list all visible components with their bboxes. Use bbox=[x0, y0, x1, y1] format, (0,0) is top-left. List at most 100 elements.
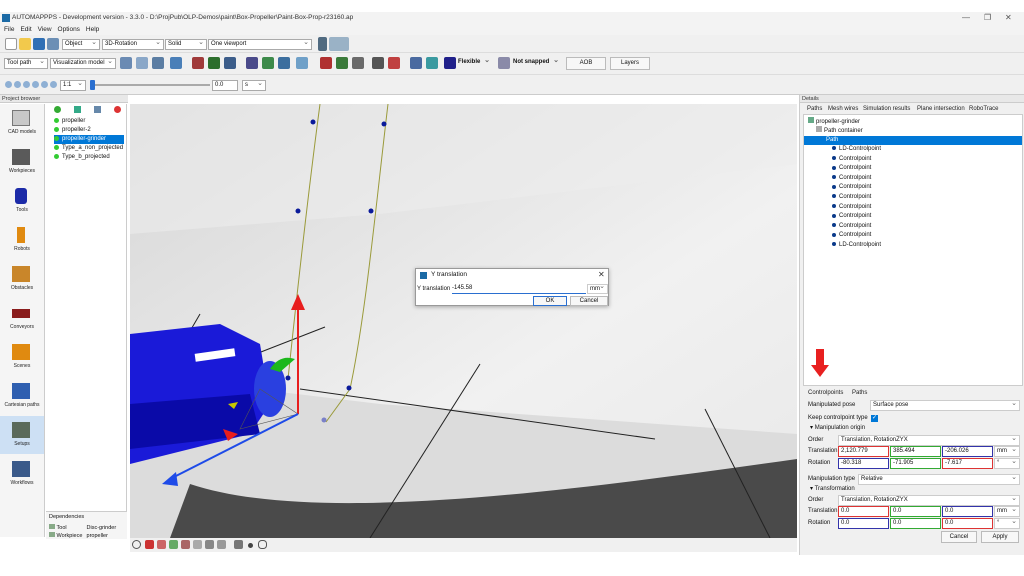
sidebar-item-scenes[interactable]: Scenes bbox=[0, 338, 44, 376]
flexible-select[interactable]: Flexible bbox=[456, 58, 492, 69]
sidebar-item-cartesian-paths[interactable]: Cartesian paths bbox=[0, 377, 44, 415]
path-tool-icon[interactable] bbox=[152, 57, 164, 69]
sidebar-item-workflows[interactable]: Workflows bbox=[0, 455, 44, 493]
origin-rotation-unit[interactable]: ° bbox=[994, 458, 1020, 469]
controlpoint-item[interactable]: Controlpoint bbox=[832, 222, 871, 231]
node-icon[interactable] bbox=[372, 57, 384, 69]
transformation-header[interactable]: ▾ Transformation bbox=[810, 485, 855, 494]
close-icon[interactable]: ✕ bbox=[1005, 13, 1012, 22]
unit-select[interactable]: mm bbox=[587, 284, 608, 294]
export-icon[interactable] bbox=[94, 106, 101, 113]
sidebar-item-obstacles[interactable]: Obstacles bbox=[0, 260, 44, 298]
layers-button[interactable]: Layers bbox=[610, 57, 650, 70]
controlpoint-item[interactable]: Controlpoint bbox=[832, 164, 871, 173]
snap-select[interactable]: Not snapped bbox=[511, 58, 561, 69]
aob-button[interactable]: AOB bbox=[566, 57, 606, 70]
transform-rotation-unit[interactable]: ° bbox=[994, 518, 1020, 529]
node-icon[interactable] bbox=[388, 57, 400, 69]
pan-hand-icon[interactable] bbox=[258, 540, 267, 549]
transform-translation-x[interactable]: 0.0 bbox=[838, 506, 889, 517]
controlpoint-item[interactable]: Controlpoint bbox=[832, 183, 871, 192]
layout-single-icon[interactable] bbox=[318, 37, 327, 51]
time-slider-track[interactable] bbox=[90, 84, 210, 86]
time-input[interactable]: 0.0 bbox=[212, 80, 238, 91]
origin-rotation-y[interactable]: -71.905 bbox=[890, 458, 941, 469]
open-folder-icon[interactable] bbox=[19, 38, 31, 50]
controlpoint-item[interactable]: Controlpoint bbox=[832, 203, 871, 212]
save-icon[interactable] bbox=[33, 38, 45, 50]
sidebar-item-tools[interactable]: Tools bbox=[0, 182, 44, 220]
transform-order-select[interactable]: Translation, RotationZYX bbox=[838, 495, 1020, 506]
menu-file[interactable]: File bbox=[4, 25, 14, 35]
layout-split-icon[interactable] bbox=[329, 37, 349, 51]
node-icon[interactable] bbox=[320, 57, 332, 69]
viewport-select[interactable]: One viewport bbox=[208, 39, 312, 50]
delete-icon[interactable] bbox=[114, 106, 121, 113]
view-cube-icon[interactable] bbox=[169, 540, 178, 549]
node-icon[interactable] bbox=[336, 57, 348, 69]
robot-icon[interactable] bbox=[224, 57, 236, 69]
menu-help[interactable]: Help bbox=[86, 25, 99, 35]
tab-mesh-wires[interactable]: Mesh wires bbox=[828, 105, 858, 114]
tree-item-selected[interactable]: propeller-grinder bbox=[54, 135, 124, 144]
path-tool-icon[interactable] bbox=[170, 57, 182, 69]
edit-icon[interactable] bbox=[296, 57, 308, 69]
view-cube-icon[interactable] bbox=[205, 540, 214, 549]
dropdown-icon[interactable] bbox=[248, 543, 253, 548]
path-tool-icon[interactable] bbox=[120, 57, 132, 69]
origin-rotation-z[interactable]: -7.617 bbox=[942, 458, 993, 469]
tree-item[interactable]: propeller-2 bbox=[54, 126, 91, 135]
robot-icon[interactable] bbox=[192, 57, 204, 69]
3d-viewport[interactable] bbox=[130, 104, 797, 538]
controlpoint-item[interactable]: LD-Controlpoint bbox=[832, 241, 881, 250]
cancel-button[interactable]: Cancel bbox=[941, 531, 977, 543]
transform-rotation-y[interactable]: 0.0 bbox=[890, 518, 941, 529]
last-frame-icon[interactable] bbox=[50, 81, 57, 88]
origin-order-select[interactable]: Translation, RotationZYX bbox=[838, 435, 1020, 446]
edit-icon[interactable] bbox=[262, 57, 274, 69]
minimize-icon[interactable]: — bbox=[962, 13, 970, 22]
speed-select[interactable]: 1:1 bbox=[60, 80, 86, 91]
sidebar-item-setups[interactable]: Setups bbox=[0, 416, 44, 454]
forward-icon[interactable] bbox=[41, 81, 48, 88]
origin-translation-z[interactable]: -206.026 bbox=[942, 446, 993, 457]
edit-icon[interactable] bbox=[246, 57, 258, 69]
manip-type-select[interactable]: Relative bbox=[858, 474, 1020, 485]
node-icon[interactable] bbox=[410, 57, 422, 69]
origin-translation-unit[interactable]: mm bbox=[994, 446, 1020, 457]
transform-translation-y[interactable]: 0.0 bbox=[890, 506, 941, 517]
view-cube-icon[interactable] bbox=[217, 540, 226, 549]
menu-options[interactable]: Options bbox=[58, 25, 80, 35]
object-select[interactable]: Object bbox=[62, 39, 100, 50]
save-all-icon[interactable] bbox=[47, 38, 59, 50]
view-cube-icon[interactable] bbox=[193, 540, 202, 549]
close-icon[interactable]: ✕ bbox=[598, 270, 605, 279]
sidebar-item-robots[interactable]: Robots bbox=[0, 221, 44, 259]
y-translation-input[interactable]: -145.58 bbox=[452, 284, 586, 294]
sidebar-item-conveyors[interactable]: Conveyors bbox=[0, 299, 44, 337]
origin-header[interactable]: ▾ Manipulation origin bbox=[810, 424, 865, 433]
zoom-icon[interactable] bbox=[132, 540, 141, 549]
camera-icon[interactable] bbox=[234, 540, 243, 549]
new-file-icon[interactable] bbox=[5, 38, 17, 50]
tab-robotrace[interactable]: RoboTrace bbox=[969, 105, 998, 114]
prev-frame-icon[interactable] bbox=[14, 81, 21, 88]
shading-select[interactable]: Solid bbox=[165, 39, 207, 50]
controlpoint-item[interactable]: Controlpoint bbox=[832, 231, 871, 240]
robot-icon[interactable] bbox=[208, 57, 220, 69]
play-icon[interactable] bbox=[32, 81, 39, 88]
ok-button[interactable]: OK bbox=[533, 296, 567, 306]
controlpoint-item[interactable]: LD-Controlpoint bbox=[832, 145, 881, 154]
manipulated-pose-select[interactable]: Surface pose bbox=[870, 400, 1020, 411]
first-frame-icon[interactable] bbox=[5, 81, 12, 88]
tab-simulation-results[interactable]: Simulation results bbox=[863, 105, 910, 114]
node-icon[interactable] bbox=[352, 57, 364, 69]
rewind-icon[interactable] bbox=[23, 81, 30, 88]
tab-lower-paths[interactable]: Paths bbox=[852, 389, 867, 398]
add-icon[interactable] bbox=[54, 106, 61, 113]
apply-button[interactable]: Apply bbox=[981, 531, 1019, 543]
keep-type-checkbox[interactable]: ✓ bbox=[871, 415, 878, 422]
visualization-select[interactable]: Visualization model bbox=[50, 58, 116, 69]
node-icon[interactable] bbox=[426, 57, 438, 69]
toolpath-select[interactable]: Tool path bbox=[4, 58, 48, 69]
